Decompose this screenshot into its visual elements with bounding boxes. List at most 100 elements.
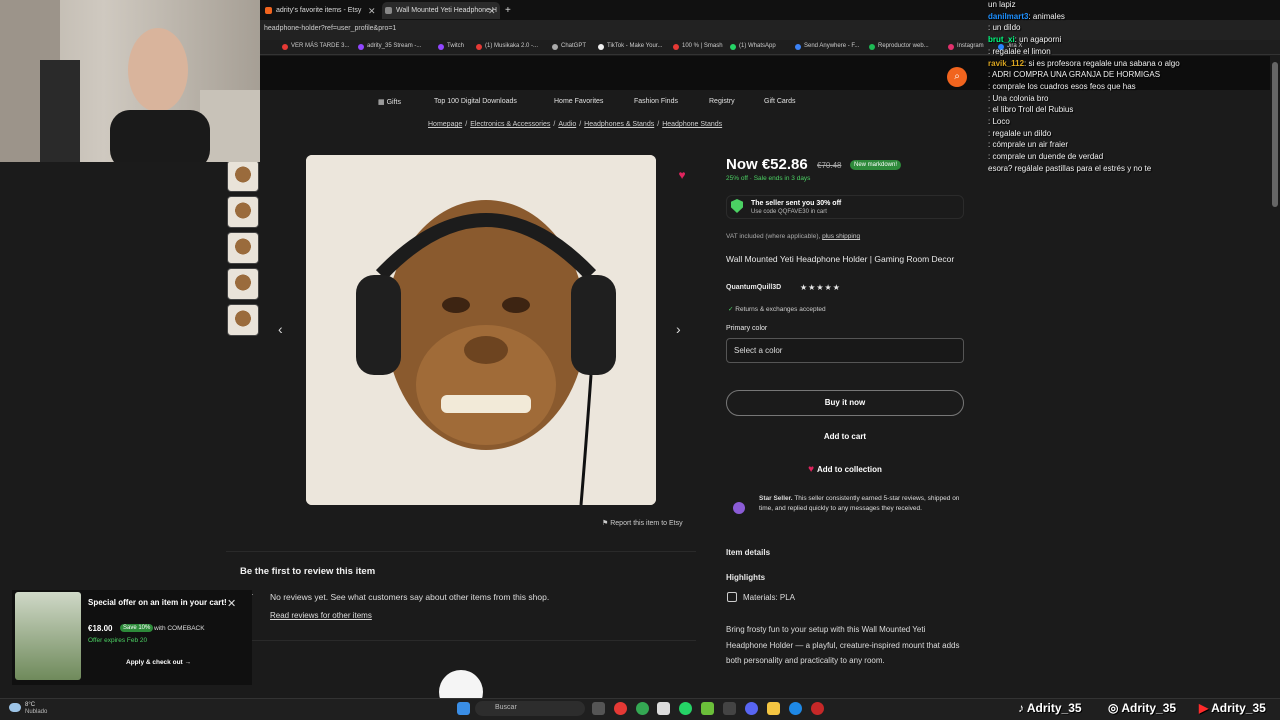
report-label: Report this item to Etsy (610, 520, 683, 527)
product-thumbnail[interactable] (227, 196, 259, 228)
windows-start-icon[interactable] (457, 702, 470, 715)
obs-icon[interactable] (811, 702, 824, 715)
instagram-icon: ◎ (1108, 701, 1122, 715)
product-thumbnail[interactable] (227, 160, 259, 192)
product-main-image[interactable] (306, 155, 656, 505)
promo-product-image[interactable] (15, 592, 81, 680)
bookmark-item[interactable]: ChatGPT (552, 43, 586, 50)
reviews-title: Be the first to review this item (240, 566, 376, 577)
favorite-heart-button[interactable]: ♥ (672, 165, 692, 185)
bookmark-item[interactable]: TikTok - Make Your... (598, 43, 662, 50)
chat-text: : animales (1028, 11, 1065, 21)
apply-checkout-button[interactable]: Apply & check out → (126, 659, 191, 666)
minecraft-icon[interactable] (701, 702, 714, 715)
promo-expiry: Offer expires Feb 20 (88, 637, 148, 644)
vat-info: VAT included (where applicable), plus sh… (726, 233, 860, 240)
chat-username: ravik_112 (988, 58, 1025, 68)
close-tab-icon[interactable]: ✕ (488, 3, 496, 19)
next-image-arrow-icon[interactable]: › (676, 321, 681, 337)
nav-top-100[interactable]: Top 100 Digital Downloads (434, 98, 517, 105)
breadcrumb-item[interactable]: Audio (558, 121, 576, 128)
star-seller-info: Star Seller. This seller consistently ea… (759, 494, 969, 514)
add-to-cart-button[interactable]: Add to cart (726, 424, 964, 450)
bookmark-item[interactable]: (1) WhatsApp (730, 43, 776, 50)
breadcrumb-separator: / (553, 121, 556, 128)
tab-yeti-holder[interactable]: Wall Mounted Yeti Headphone H ✕ (382, 2, 500, 19)
breadcrumb-item[interactable]: Homepage (428, 121, 462, 128)
bookmark-item[interactable]: Instagram (948, 43, 984, 50)
coupon-box (726, 195, 964, 219)
read-other-reviews-link[interactable]: Read reviews for other items (270, 611, 372, 620)
nav-gifts[interactable]: ▦ Gifts (378, 98, 401, 106)
task-view-icon[interactable] (592, 702, 605, 715)
search-icon: ⌕ (954, 71, 960, 82)
nav-home-favorites[interactable]: Home Favorites (554, 98, 603, 105)
nav-fashion-finds[interactable]: Fashion Finds (634, 98, 678, 105)
bookmarks-bar: VER MÁS TARDE 3... adrity_35 Stream -...… (260, 40, 1280, 55)
edge-icon[interactable] (789, 702, 802, 715)
bookmark-item[interactable]: Send Anywhere - F... (795, 43, 859, 50)
add-to-collection-button[interactable]: ♥ Add to collection (726, 457, 964, 483)
chat-text: : cómprale un air fraier (988, 140, 1069, 150)
chrome-icon[interactable] (636, 702, 649, 715)
whatsapp-icon[interactable] (679, 702, 692, 715)
chat-message: : regalale el limon (988, 47, 1051, 56)
product-thumbnail[interactable] (227, 232, 259, 264)
file-icon[interactable] (657, 702, 670, 715)
bookmark-item[interactable]: adrity_35 Stream -... (358, 43, 421, 50)
new-tab-button[interactable]: + (502, 2, 516, 19)
chat-message: : cómprale un air fraier (988, 140, 1068, 149)
coupon-title: The seller sent you 30% off (751, 200, 842, 207)
social-handle: Adrity_35 (1121, 701, 1177, 715)
chat-message: danilmart3: animales (988, 12, 1065, 21)
breadcrumb-item[interactable]: Headphones & Stands (584, 121, 654, 128)
buy-now-button[interactable]: Buy it now (726, 390, 964, 416)
gift-icon: ▦ (378, 99, 387, 106)
bookmark-item[interactable]: Twitch (438, 43, 464, 50)
chat-message: un lapiz (988, 0, 1016, 9)
chat-text: un lapiz (988, 0, 1016, 9)
chat-text: : comprale un duende de verdad (988, 152, 1104, 162)
product-thumbnail[interactable] (227, 304, 259, 336)
reviews-empty-text: No reviews yet. See what customers say a… (270, 592, 550, 602)
address-bar[interactable]: headphone-holder?ref=user_profile&pro=1 (260, 20, 1280, 40)
breadcrumb-item[interactable]: Headphone Stands (662, 121, 722, 128)
chat-message: esora? regálale pastillas para el estrés… (988, 164, 1151, 173)
shop-name-link[interactable]: QuantumQuill3D (726, 284, 781, 291)
breadcrumb-item[interactable]: Electronics & Accessories (470, 121, 550, 128)
chat-text: : un dildo (988, 23, 1021, 33)
product-thumbnail[interactable] (227, 268, 259, 300)
chat-username: brut_xi (988, 35, 1015, 45)
prev-image-arrow-icon[interactable]: ‹ (278, 321, 283, 337)
scrollbar-thumb[interactable] (1272, 62, 1278, 207)
discord-icon[interactable] (745, 702, 758, 715)
star-seller-title: Star Seller. (759, 495, 793, 502)
heart-icon: ♥ (808, 464, 815, 475)
close-icon[interactable]: ✕ (227, 597, 236, 610)
chat-username: danilmart3 (988, 11, 1029, 21)
tab-favorites[interactable]: adrity's favorite items - Etsy ✕ (262, 2, 382, 19)
shipping-link[interactable]: plus shipping (822, 233, 860, 240)
nav-registry[interactable]: Registry (709, 98, 735, 105)
nav-gift-cards[interactable]: Gift Cards (764, 98, 796, 105)
chat-text: : regalale el limon (988, 46, 1051, 56)
color-select[interactable]: Select a color (726, 338, 964, 363)
close-tab-icon[interactable]: ✕ (368, 3, 376, 19)
taskbar-search[interactable]: Buscar (475, 701, 585, 716)
tiktok-icon: ♪ (1018, 701, 1027, 715)
chat-message: : el libro Troll del Rubius (988, 105, 1073, 114)
bookmark-item[interactable]: VER MÁS TARDE 3... (282, 43, 349, 50)
bookmark-item[interactable]: Reproductor web... (869, 43, 929, 50)
opera-icon[interactable] (614, 702, 627, 715)
item-details-heading[interactable]: Item details (726, 548, 770, 557)
folder-icon[interactable] (767, 702, 780, 715)
report-item-link[interactable]: ⚑ Report this item to Etsy (602, 519, 683, 527)
primary-color-label: Primary color (726, 325, 768, 332)
chat-message: : Loco (988, 117, 1010, 126)
bookmark-item[interactable]: 100 % | Smash (673, 43, 723, 50)
bookmark-item[interactable]: (1) Musikaka 2.0 -... (476, 43, 538, 50)
webcam-overlay (0, 0, 260, 162)
app-icon[interactable] (723, 702, 736, 715)
cloud-icon (9, 703, 21, 712)
search-button[interactable]: ⌕ (947, 67, 967, 87)
